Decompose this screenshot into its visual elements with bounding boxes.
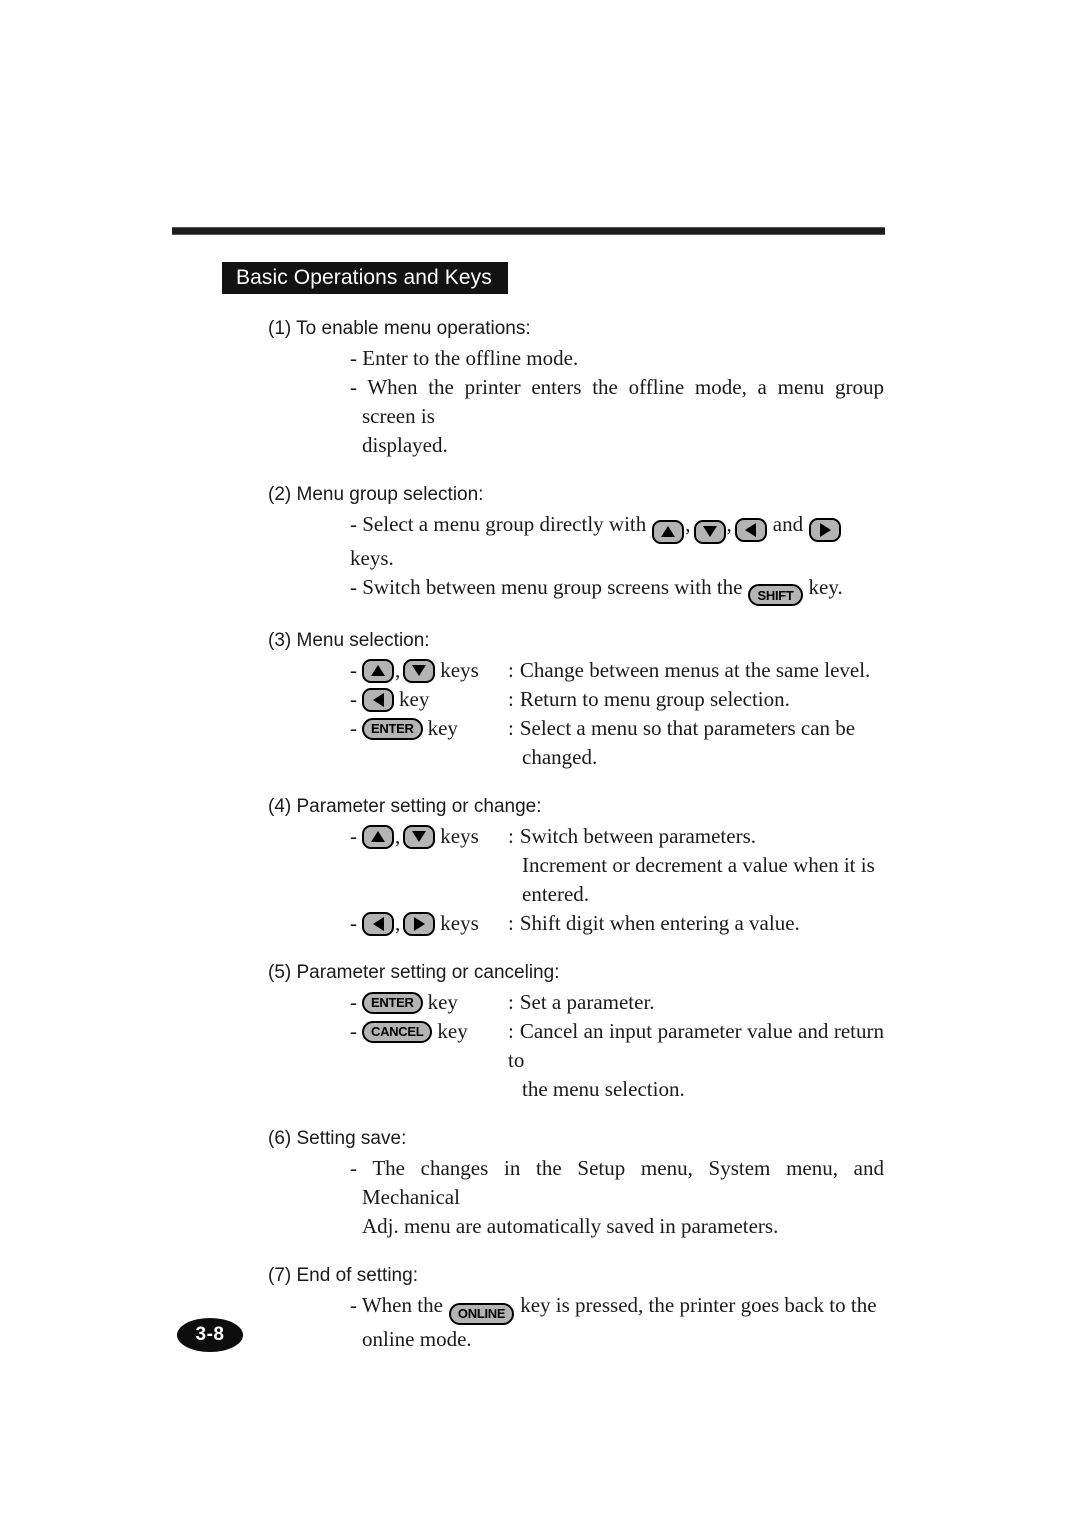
section-5-row-1-desc: : Set a parameter. <box>508 990 655 1014</box>
section-6-body: - The changes in the Setup menu, System … <box>350 1154 884 1241</box>
section-4: (4) Parameter setting or change: -, keys … <box>268 792 884 938</box>
header-rule <box>172 227 885 235</box>
section-6-line-1: - The changes in the Setup menu, System … <box>350 1156 884 1209</box>
section-4-cont-1: Increment or decrement a value when it i… <box>522 853 875 877</box>
right-arrow-key-icon[interactable] <box>809 518 842 542</box>
section-7-line-1: - When the ONLINE key is pressed, the prin… <box>350 1291 884 1325</box>
section-4-row-2: -, keys : Shift digit when entering a valu… <box>350 909 884 938</box>
section-1-line-2: - When the printer enters the offline mo… <box>350 375 884 428</box>
section-3-row-1-desc: : Change between menus at the same level. <box>508 658 871 682</box>
section-5-heading: (5) Parameter setting or canceling: <box>268 962 560 983</box>
section-3: (3) Menu selection: -, keys : Change betwe… <box>268 626 884 772</box>
shift-key-icon[interactable]: SHIFT <box>748 584 803 606</box>
section-5-row-2-keys: - CANCEL key <box>350 1019 468 1043</box>
section-3-row-3: - ENTER key : Select a menu so that paramet… <box>350 714 884 772</box>
section-2-line-2: - Switch between menu group screens with… <box>350 573 884 606</box>
section-6: (6) Setting save: - The changes in the S… <box>268 1124 884 1241</box>
section-4-row-1: -, keys : Switch between parameters. <box>350 822 884 851</box>
section-4-heading: (4) Parameter setting or change: <box>268 796 542 817</box>
section-5-row-1: - ENTER key : Set a parameter. <box>350 988 884 1017</box>
section-5-row-2-desc: : Cancel an input parameter value and ret… <box>508 1019 884 1101</box>
section-3-row-1-keys: -, keys <box>350 658 479 683</box>
section-title: Basic Operations and Keys <box>236 266 492 289</box>
down-arrow-key-icon[interactable] <box>403 658 436 683</box>
section-7-line-2: online mode. <box>362 1326 472 1351</box>
section-6-heading: (6) Setting save: <box>268 1128 407 1149</box>
section-2: (2) Menu group selection: - Select a men… <box>268 480 884 606</box>
section-4-row-2-keys: -, keys <box>350 911 479 936</box>
down-arrow-key-icon[interactable] <box>693 519 726 544</box>
section-1-heading: (1) To enable menu operations: <box>268 318 531 339</box>
enter-key-icon[interactable]: ENTER <box>362 991 423 1014</box>
up-arrow-key-icon[interactable] <box>362 824 394 849</box>
section-4-row-1-keys: -, keys <box>350 824 479 849</box>
section-3-row-1: -, keys : Change between menus at the same… <box>350 656 884 685</box>
left-arrow-key-icon[interactable] <box>362 687 394 712</box>
section-3-heading: (3) Menu selection: <box>268 630 430 651</box>
left-arrow-key-icon[interactable] <box>734 518 767 542</box>
online-key-icon[interactable]: ONLINE <box>448 1302 515 1325</box>
document-page: Basic Operations and Keys (1) To enable … <box>0 0 1080 1528</box>
section-6-line-2: Adj. menu are automatically saved in par… <box>362 1214 779 1238</box>
enter-key-icon[interactable]: ENTER <box>362 717 423 740</box>
section-1-body: - Enter to the offline mode. - When the … <box>350 344 884 460</box>
section-3-row-2-keys: - key <box>350 687 430 712</box>
section-2-body: - Select a menu group directly with,, and… <box>350 510 884 606</box>
section-3-row-2: - key : Return to menu group selection. <box>350 685 884 714</box>
section-2-line-1: - Select a menu group directly with,, and… <box>350 510 884 573</box>
section-7-body: - When the ONLINE key is pressed, the prin… <box>350 1291 884 1354</box>
section-7: (7) End of setting: - When the ONLINE key … <box>268 1261 884 1354</box>
section-4-cont-2: entered. <box>522 882 590 906</box>
up-arrow-key-icon[interactable] <box>652 519 685 544</box>
section-4-row-1-desc: : Switch between parameters. <box>508 824 757 848</box>
section-3-row-2-desc: : Return to menu group selection. <box>508 687 790 711</box>
document-content: (1) To enable menu operations: - Enter t… <box>268 314 884 1354</box>
cancel-key-icon[interactable]: CANCEL <box>362 1020 433 1043</box>
down-arrow-key-icon[interactable] <box>403 824 436 849</box>
section-5: (5) Parameter setting or canceling: - ENT… <box>268 958 884 1104</box>
page-number-badge: 3-8 <box>177 1318 243 1352</box>
section-1-line-1: - Enter to the offline mode. <box>350 346 579 370</box>
section-3-row-3-desc: : Select a menu so that parameters can be… <box>508 716 856 769</box>
section-title-box: Basic Operations and Keys <box>222 262 508 294</box>
section-2-heading: (2) Menu group selection: <box>268 484 484 505</box>
section-3-row-3-keys: - ENTER key <box>350 716 458 740</box>
section-1-line-3: displayed. <box>362 433 448 457</box>
page-number: 3-8 <box>195 1324 225 1345</box>
section-7-heading: (7) End of setting: <box>268 1265 418 1286</box>
section-5-row-1-keys: - ENTER key <box>350 990 458 1014</box>
section-1: (1) To enable menu operations: - Enter t… <box>268 314 884 460</box>
section-5-row-2: - CANCEL key : Cancel an input parameter va… <box>350 1017 884 1104</box>
section-4-row-2-desc: : Shift digit when entering a value. <box>508 911 800 935</box>
right-arrow-key-icon[interactable] <box>403 911 436 936</box>
left-arrow-key-icon[interactable] <box>362 911 394 936</box>
up-arrow-key-icon[interactable] <box>362 658 394 683</box>
